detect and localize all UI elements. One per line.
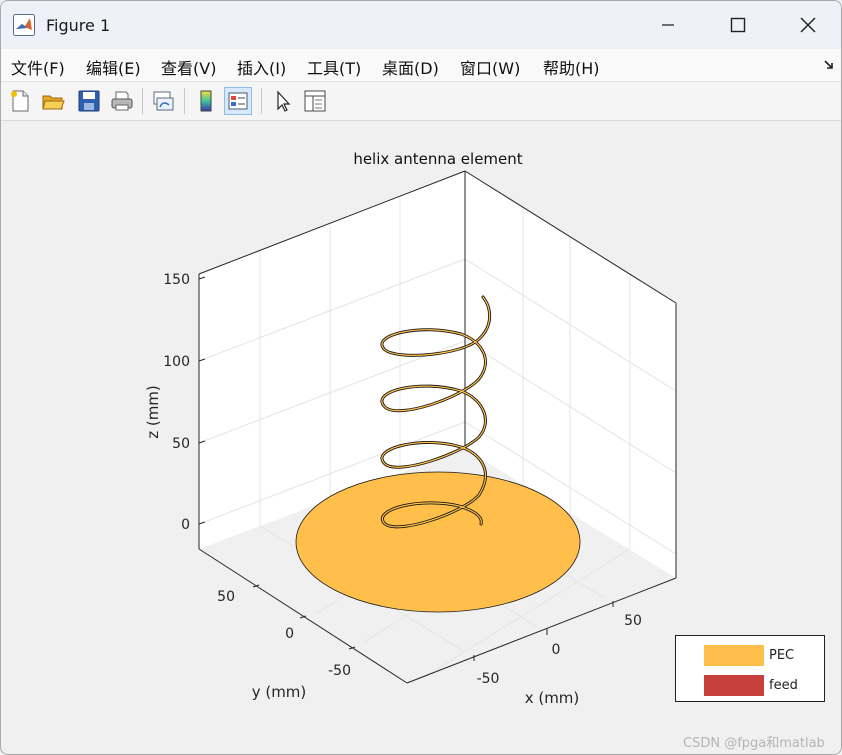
y-tick-label: 50 <box>217 589 235 605</box>
menu-tools[interactable]: 工具(T) <box>307 55 361 79</box>
legend-icon <box>228 92 248 110</box>
x-tick-label: 50 <box>624 613 642 629</box>
z-tick-label: 50 <box>172 436 190 452</box>
menu-view[interactable]: 查看(V) <box>161 55 216 79</box>
maximize-icon <box>730 17 746 33</box>
z-tick-label: 0 <box>181 517 190 533</box>
legend[interactable]: PEC feed <box>675 635 825 702</box>
pec-ground-plane[interactable] <box>295 471 581 613</box>
open-file-icon <box>42 95 65 110</box>
watermark: CSDN @fpga和matlab <box>683 736 825 751</box>
new-figure-icon <box>11 90 29 112</box>
maximize-button[interactable] <box>703 1 773 49</box>
insert-legend-button[interactable] <box>224 87 252 115</box>
property-inspector-button[interactable] <box>301 87 329 115</box>
close-button[interactable] <box>773 1 841 49</box>
toolbar-separator <box>142 88 143 114</box>
edit-plot-button[interactable] <box>269 87 297 115</box>
print-button[interactable] <box>108 87 136 115</box>
y-axis-label: y (mm) <box>252 683 307 701</box>
menu-insert[interactable]: 插入(I) <box>237 55 286 79</box>
property-inspector-icon <box>304 90 326 112</box>
link-plot-icon <box>153 91 174 111</box>
legend-label-feed: feed <box>769 678 798 693</box>
x-axis-label: x (mm) <box>525 689 580 707</box>
menu-window[interactable]: 窗口(W) <box>460 55 520 79</box>
plot-title: helix antenna element <box>353 150 522 168</box>
edit-plot-arrow-icon <box>277 90 291 112</box>
legend-swatch-pec <box>704 645 764 666</box>
toolbar-separator <box>184 88 185 114</box>
figure-window: Figure 1 文件(F) 编辑(E) 查看(V) 插入(I) 工具(T) 桌… <box>0 0 842 755</box>
new-figure-button[interactable] <box>6 87 34 115</box>
figure-toolbar <box>1 82 841 121</box>
z-tick-label: 150 <box>163 272 190 288</box>
link-plot-button[interactable] <box>149 87 177 115</box>
close-icon <box>800 17 816 33</box>
dock-arrow-icon[interactable] <box>823 59 835 71</box>
y-tick-label: -50 <box>328 663 351 679</box>
open-file-button[interactable] <box>39 87 67 115</box>
matlab-app-icon <box>13 14 35 36</box>
toolbar-separator <box>261 88 262 114</box>
menu-help[interactable]: 帮助(H) <box>543 55 600 79</box>
minimize-button[interactable] <box>633 1 703 49</box>
menu-file[interactable]: 文件(F) <box>11 55 65 79</box>
save-button[interactable] <box>75 87 103 115</box>
colorbar-icon <box>200 90 212 112</box>
legend-label-pec: PEC <box>769 648 795 663</box>
legend-swatch-feed <box>704 675 764 696</box>
print-icon <box>111 91 133 111</box>
menu-edit[interactable]: 编辑(E) <box>86 55 141 79</box>
x-tick-label: -50 <box>477 671 500 687</box>
insert-colorbar-button[interactable] <box>192 87 220 115</box>
save-icon <box>78 90 100 112</box>
minimize-icon <box>662 24 674 26</box>
title-bar[interactable]: Figure 1 <box>1 1 841 49</box>
menu-bar: 文件(F) 编辑(E) 查看(V) 插入(I) 工具(T) 桌面(D) 窗口(W… <box>1 49 841 82</box>
y-tick-label: 0 <box>285 626 294 642</box>
window-title: Figure 1 <box>46 16 111 35</box>
x-tick-label: 0 <box>552 642 561 658</box>
menu-desktop[interactable]: 桌面(D) <box>382 55 439 79</box>
z-axis-label: z (mm) <box>144 385 162 439</box>
z-tick-label: 100 <box>163 354 190 370</box>
